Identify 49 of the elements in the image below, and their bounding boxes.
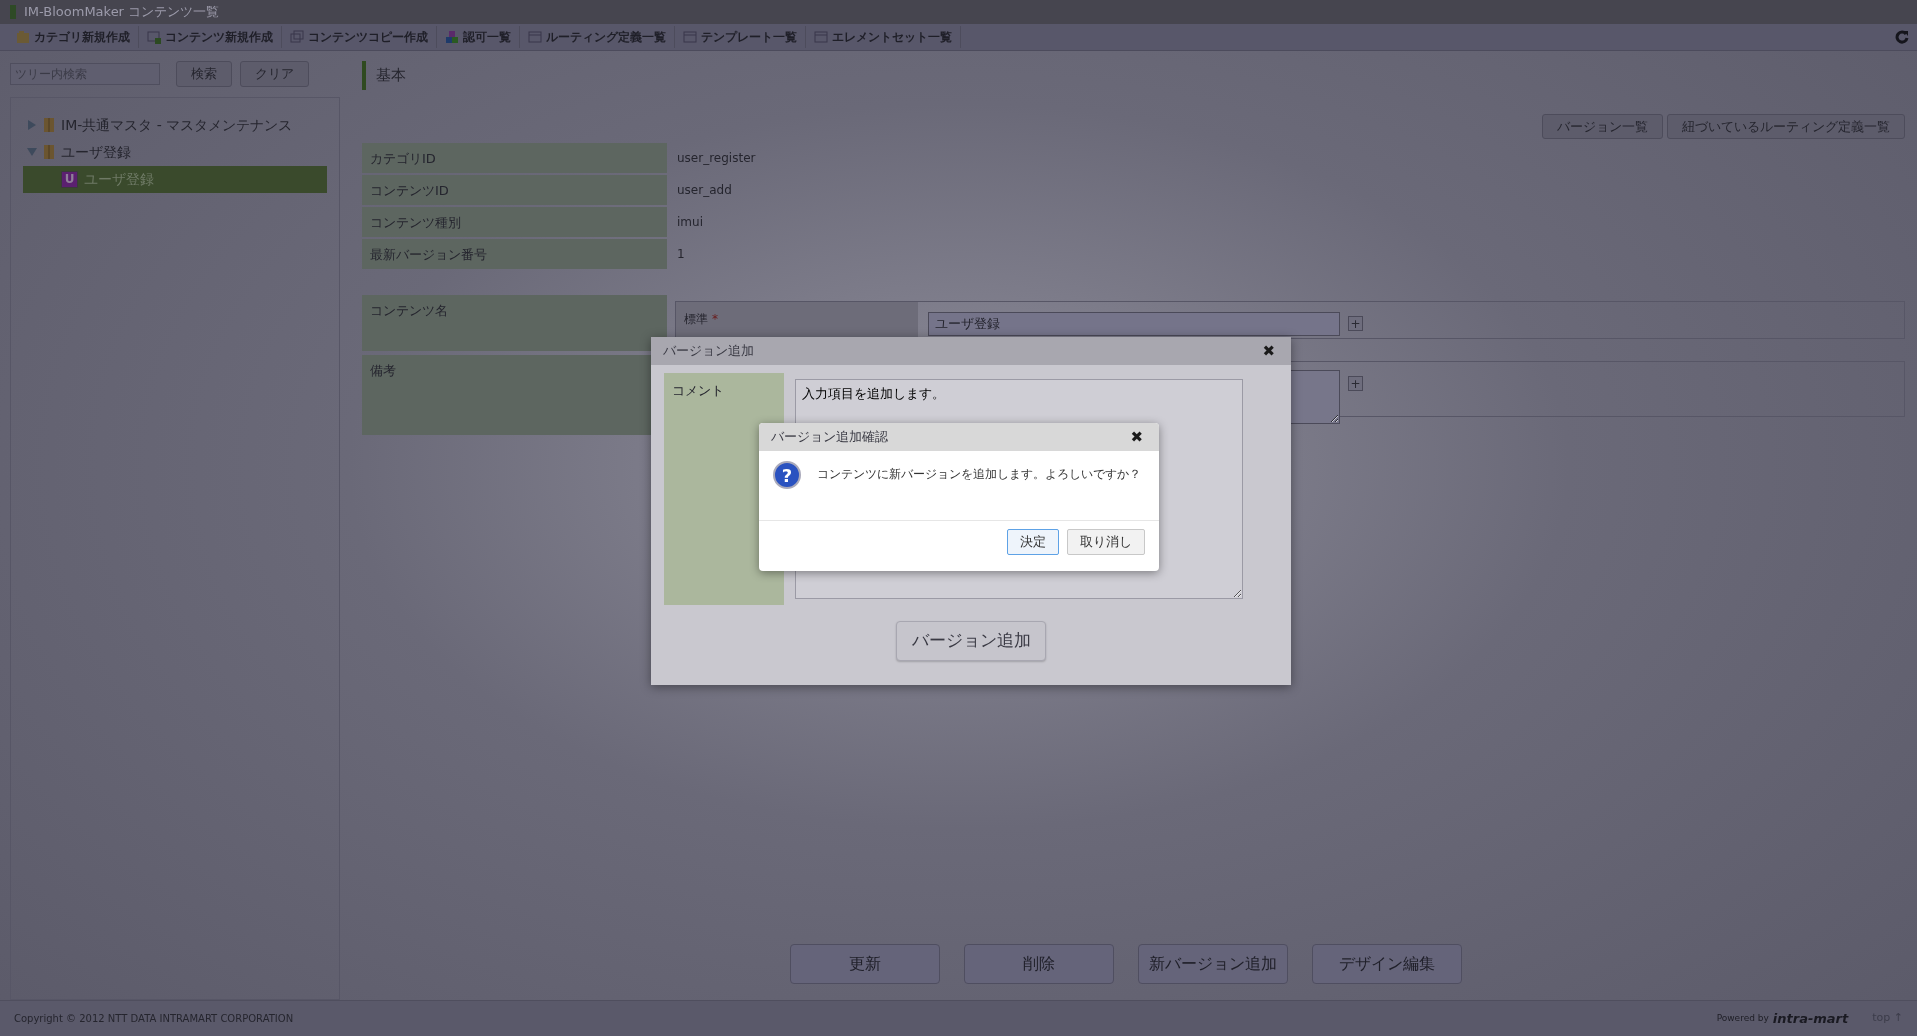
field-value: user_register: [676, 150, 757, 167]
copy-icon: [290, 30, 304, 44]
toolbar-button[interactable]: テンプレート一覧: [675, 26, 806, 48]
document-plus-icon: [147, 30, 161, 44]
required-mark: *: [712, 312, 718, 326]
folder-icon: [16, 30, 30, 44]
table-icon: [683, 30, 697, 44]
action-button[interactable]: デザイン編集: [1311, 944, 1462, 984]
field-value: user_add: [676, 182, 733, 199]
tree-item[interactable]: IM-共通マスタ - マスタメンテナンス: [23, 111, 327, 139]
field-value: imui: [676, 214, 704, 231]
content-type-icon: U: [61, 170, 78, 188]
toolbar-button[interactable]: ルーティング定義一覧: [520, 26, 675, 48]
toolbar-button[interactable]: コンテンツコピー作成: [282, 26, 437, 48]
add-button[interactable]: +: [1348, 316, 1363, 331]
table-icon: [814, 30, 828, 44]
action-button[interactable]: 更新: [789, 944, 940, 984]
blocks-icon: [445, 30, 459, 44]
dialog-message: コンテンツに新バージョンを追加します。よろしいですか？: [817, 466, 1141, 483]
text-field[interactable]: ユーザ登録: [928, 312, 1340, 336]
field-label: コンテンツ名: [362, 295, 667, 351]
section-title: 基本: [362, 61, 1905, 90]
brand-logo: intra-mart: [1772, 1009, 1849, 1028]
tree-search-button[interactable]: 検索: [176, 61, 232, 87]
field-label: コンテンツ種別: [362, 207, 667, 237]
toolbar-button[interactable]: コンテンツ新規作成: [139, 26, 282, 48]
field-label: コンテンツID: [362, 175, 667, 205]
app-icon: [10, 5, 16, 19]
folder-icon: [43, 144, 55, 160]
dialog-button[interactable]: 取り消し: [1067, 529, 1145, 555]
folder-icon: [43, 117, 55, 133]
table-icon: [528, 30, 542, 44]
close-button[interactable]: ✖: [1126, 429, 1147, 445]
field-value: 1: [676, 246, 686, 263]
toolbar-button[interactable]: 認可一覧: [437, 26, 520, 48]
add-button[interactable]: +: [1348, 376, 1363, 391]
toolbar-button[interactable]: カテゴリ新規作成: [8, 26, 139, 48]
toolbar-button[interactable]: エレメントセット一覧: [806, 26, 961, 48]
action-button[interactable]: 削除: [963, 944, 1114, 984]
powered-by-text: Powered by: [1716, 1011, 1769, 1025]
language-label: 標準: [684, 312, 708, 326]
field-label: カテゴリID: [362, 143, 667, 173]
action-button[interactable]: 新バージョン追加: [1137, 944, 1288, 984]
close-button[interactable]: ✖: [1258, 343, 1279, 359]
dialog-button[interactable]: 決定: [1007, 529, 1059, 555]
copyright-text: Copyright © 2012 NTT DATA INTRAMART CORPORATION: [14, 1012, 294, 1026]
refresh-icon: [1895, 30, 1909, 44]
add-version-button[interactable]: バージョン追加: [896, 621, 1046, 661]
question-icon: ?: [773, 461, 801, 489]
